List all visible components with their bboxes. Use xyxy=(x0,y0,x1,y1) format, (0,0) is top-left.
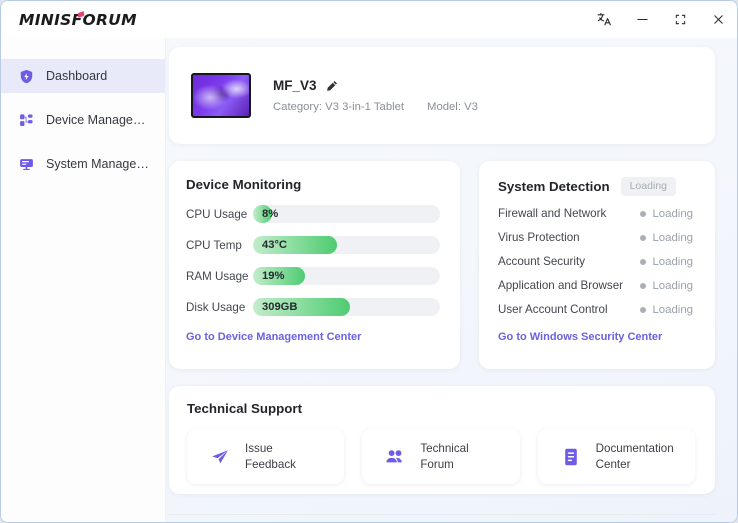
device-info: MF_V3 Category: V3 3-in-1 Tablet Model: … xyxy=(273,78,478,113)
support-tiles: Issue Feedback xyxy=(187,429,695,484)
device-name: MF_V3 xyxy=(273,78,317,93)
app-body: Dashboard Device Manage… xyxy=(1,38,737,522)
metric-progress-bar: 43°C xyxy=(253,236,440,254)
users-icon xyxy=(384,447,406,467)
technical-support-card: Technical Support Issue Feedback xyxy=(169,386,715,494)
bottom-divider xyxy=(169,514,715,515)
monitor-icon xyxy=(18,156,35,173)
status-dot-icon xyxy=(640,259,646,265)
detection-item-label: User Account Control xyxy=(498,303,608,316)
metric-value: 8% xyxy=(262,205,278,223)
detection-item-status: Loading xyxy=(640,208,693,220)
sidebar: Dashboard Device Manage… xyxy=(1,38,166,522)
device-summary-card: MF_V3 Category: V3 3-in-1 Tablet Model: … xyxy=(169,47,715,144)
status-dot-icon xyxy=(640,307,646,313)
detection-row-user-account-control: User Account Control Loading xyxy=(498,303,715,316)
device-monitoring-title: Device Monitoring xyxy=(186,177,440,192)
metric-row-disk-usage: Disk Usage 309GB xyxy=(186,298,440,316)
detection-item-label: Account Security xyxy=(498,255,585,268)
sidebar-item-system-management[interactable]: System Manage… xyxy=(1,147,165,181)
metric-row-ram-usage: RAM Usage 19% xyxy=(186,267,440,285)
detection-item-status: Loading xyxy=(640,232,693,244)
metric-row-cpu-temp: CPU Temp 43°C xyxy=(186,236,440,254)
status-dot-icon xyxy=(640,235,646,241)
support-tile-line2: Forum xyxy=(420,458,454,471)
document-icon xyxy=(560,447,582,467)
detection-item-label: Virus Protection xyxy=(498,231,580,244)
support-tile-line1: Technical xyxy=(420,442,468,455)
paper-plane-icon xyxy=(209,447,231,467)
title-bar: MINISFORUM xyxy=(1,1,737,38)
detection-item-status: Loading xyxy=(640,304,693,316)
middle-row: Device Monitoring CPU Usage 8% CPU Temp … xyxy=(169,161,715,369)
detection-status-text: Loading xyxy=(652,304,693,316)
support-tile-line2: Center xyxy=(596,458,631,471)
system-detection-card: System Detection Loading Firewall and Ne… xyxy=(479,161,715,369)
device-model: Model: V3 xyxy=(427,101,478,113)
system-detection-header: System Detection Loading xyxy=(498,177,715,196)
windows-security-center-link[interactable]: Go to Windows Security Center xyxy=(498,331,715,343)
device-category: Category: V3 3-in-1 Tablet xyxy=(273,101,404,113)
metric-label: RAM Usage xyxy=(186,270,253,283)
issue-feedback-tile[interactable]: Issue Feedback xyxy=(187,429,344,484)
detection-status-text: Loading xyxy=(652,280,693,292)
detection-status-text: Loading xyxy=(652,208,693,220)
close-icon[interactable] xyxy=(699,1,737,38)
sidebar-item-dashboard[interactable]: Dashboard xyxy=(1,59,165,93)
device-management-center-link[interactable]: Go to Device Management Center xyxy=(186,331,440,343)
support-tile-label: Technical Forum xyxy=(420,441,468,472)
tablet-thumbnail xyxy=(191,73,251,118)
detection-item-label: Firewall and Network xyxy=(498,207,606,220)
device-meta: Category: V3 3-in-1 Tablet Model: V3 xyxy=(273,101,478,113)
status-dot-icon xyxy=(640,211,646,217)
pencil-icon[interactable] xyxy=(326,80,338,92)
detection-row-firewall: Firewall and Network Loading xyxy=(498,207,715,220)
support-tile-line1: Documentation xyxy=(596,442,674,455)
metric-label: CPU Usage xyxy=(186,208,253,221)
sidebar-item-label: Device Manage… xyxy=(46,114,145,127)
sidebar-item-label: System Manage… xyxy=(46,158,149,171)
window-controls xyxy=(585,1,737,38)
support-tile-line1: Issue xyxy=(245,442,273,455)
shield-bolt-icon xyxy=(18,68,35,85)
metric-progress-bar: 309GB xyxy=(253,298,440,316)
device-monitoring-card: Device Monitoring CPU Usage 8% CPU Temp … xyxy=(169,161,460,369)
detection-row-account-security: Account Security Loading xyxy=(498,255,715,268)
device-network-icon xyxy=(18,112,35,129)
app-window: MINISFORUM xyxy=(0,0,738,523)
sidebar-item-device-management[interactable]: Device Manage… xyxy=(1,103,165,137)
metric-progress-bar: 19% xyxy=(253,267,440,285)
sidebar-item-label: Dashboard xyxy=(46,70,107,83)
technical-forum-tile[interactable]: Technical Forum xyxy=(362,429,519,484)
device-name-row: MF_V3 xyxy=(273,78,478,93)
detection-row-virus: Virus Protection Loading xyxy=(498,231,715,244)
main-content: MF_V3 Category: V3 3-in-1 Tablet Model: … xyxy=(166,38,737,522)
app-logo: MINISFORUM xyxy=(19,11,137,29)
detection-item-status: Loading xyxy=(640,280,693,292)
detection-row-application-browser: Application and Browser Loading xyxy=(498,279,715,292)
minimize-icon[interactable] xyxy=(623,1,661,38)
documentation-center-tile[interactable]: Documentation Center xyxy=(538,429,695,484)
detection-status-text: Loading xyxy=(652,256,693,268)
status-dot-icon xyxy=(640,283,646,289)
metric-row-cpu-usage: CPU Usage 8% xyxy=(186,205,440,223)
support-tile-label: Documentation Center xyxy=(596,441,674,472)
translate-icon[interactable] xyxy=(585,1,623,38)
support-tile-label: Issue Feedback xyxy=(245,441,296,472)
metric-value: 309GB xyxy=(262,298,297,316)
metric-label: Disk Usage xyxy=(186,301,253,314)
metric-value: 19% xyxy=(262,267,284,285)
technical-support-title: Technical Support xyxy=(187,401,695,416)
metric-progress-bar: 8% xyxy=(253,205,440,223)
metric-value: 43°C xyxy=(262,236,287,254)
maximize-icon[interactable] xyxy=(661,1,699,38)
support-tile-line2: Feedback xyxy=(245,458,296,471)
metric-label: CPU Temp xyxy=(186,239,253,252)
status-badge: Loading xyxy=(621,177,676,196)
detection-item-label: Application and Browser xyxy=(498,279,623,292)
system-detection-title: System Detection xyxy=(498,179,610,194)
detection-item-status: Loading xyxy=(640,256,693,268)
detection-status-text: Loading xyxy=(652,232,693,244)
